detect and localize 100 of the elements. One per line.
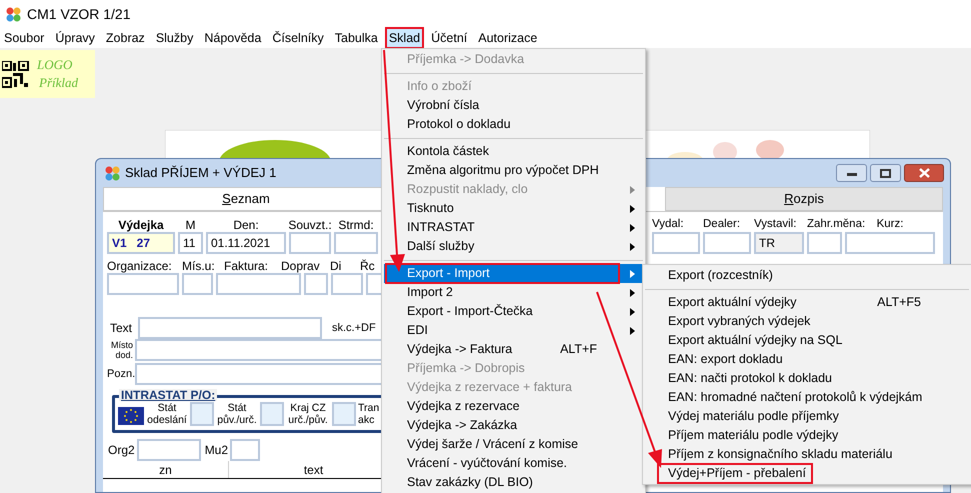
- input-field[interactable]: [331, 273, 363, 295]
- field-label: Doprav: [281, 258, 321, 273]
- menu-item[interactable]: Výdejka z rezervace: [384, 397, 643, 416]
- menu-item[interactable]: Export (rozcestník): [645, 266, 969, 285]
- input-field[interactable]: [807, 232, 842, 254]
- maximize-icon: [880, 168, 891, 178]
- menu-item[interactable]: Výdejka -> Faktura ALT+F: [384, 340, 643, 359]
- menu-item[interactable]: EAN: export dokladu: [645, 350, 969, 369]
- input-field[interactable]: [190, 402, 214, 426]
- field-label: Organizace:: [107, 258, 173, 273]
- window-title: CM1 VZOR 1/21: [27, 4, 130, 24]
- field-label: Kraj CZ urč./pův.: [287, 402, 329, 426]
- submenu-arrow-icon: [630, 288, 635, 296]
- menu-item[interactable]: Export - Import-Čtečka: [384, 302, 643, 321]
- input-field[interactable]: [703, 232, 751, 254]
- menu-item[interactable]: Výdej šarže / Vrácení z komise: [384, 435, 643, 454]
- eu-flag-icon: [118, 407, 144, 425]
- minimize-icon: [846, 170, 856, 176]
- field-label: Org2: [108, 442, 135, 459]
- field-label: Stát odeslání: [146, 402, 188, 426]
- field-label: Řc: [360, 258, 376, 273]
- input-field[interactable]: [304, 273, 328, 295]
- field-label: Mís.u:: [182, 258, 216, 273]
- menu-item[interactable]: Příjem z konsignačního skladu materiálu: [645, 445, 969, 464]
- menu-item[interactable]: Výdej materiálu podle příjemky: [645, 407, 969, 426]
- field-label: Zahr.měna:: [807, 217, 866, 232]
- menu-bar-item[interactable]: Nápověda: [201, 28, 264, 48]
- input-field[interactable]: [107, 273, 179, 295]
- menu-bar-item[interactable]: Tabulka: [332, 28, 381, 48]
- field-label: Mu2: [204, 442, 228, 459]
- input-field[interactable]: [216, 273, 301, 295]
- close-icon: [918, 168, 930, 178]
- field-label: sk.c.+DF: [332, 320, 376, 336]
- maximize-button[interactable]: [870, 164, 901, 182]
- menu-item[interactable]: EAN: načti protokol k dokladu: [645, 369, 969, 388]
- menu-item[interactable]: Export aktuální výdejky ALT+F5: [645, 293, 969, 312]
- menu-bar-item[interactable]: Autorizace: [475, 28, 540, 48]
- field-label: Místo dod.: [110, 340, 133, 360]
- field-label: Di: [330, 258, 342, 273]
- menu-bar-item[interactable]: Sklad: [386, 28, 424, 48]
- menu-item[interactable]: EAN: hromadné načtení protokolů k výdejkám: [645, 388, 969, 407]
- menu-bar-item[interactable]: Číselníky: [269, 28, 327, 48]
- menu-bar-item[interactable]: Služby: [152, 28, 196, 48]
- input-field[interactable]: [332, 402, 356, 426]
- field-label: Strmd:: [338, 217, 374, 232]
- menu-item[interactable]: Příjem materiálu podle výdejky: [645, 426, 969, 445]
- minimize-button[interactable]: [836, 164, 867, 182]
- input-field[interactable]: [260, 402, 284, 426]
- menu-item[interactable]: Protokol o dokladu: [384, 115, 643, 134]
- input-field[interactable]: [182, 273, 213, 295]
- field-label: Vystavil:: [754, 217, 796, 232]
- field-label: Pozn.: [107, 366, 133, 382]
- menu-item[interactable]: Export - Import: [384, 264, 643, 283]
- qr-code-icon: [2, 60, 29, 88]
- input-field[interactable]: [845, 232, 935, 254]
- menu-item[interactable]: Výrobní čísla: [384, 96, 643, 115]
- menu-item[interactable]: Další služby: [384, 237, 643, 256]
- menu-bar-item[interactable]: Zobraz: [102, 28, 148, 48]
- input-field[interactable]: 11: [178, 232, 203, 254]
- menu-item[interactable]: Změna algoritmu pro výpočet DPH: [384, 161, 643, 180]
- input-field[interactable]: [136, 439, 201, 461]
- logo-text: Příklad: [38, 74, 78, 92]
- tab[interactable]: Rozpis: [665, 187, 943, 211]
- app-icon: [5, 6, 21, 22]
- input-field[interactable]: [652, 232, 700, 254]
- menu-item[interactable]: Výdejka -> Zakázka: [384, 416, 643, 435]
- input-field[interactable]: [334, 232, 378, 254]
- close-button[interactable]: [904, 164, 944, 182]
- field-label: Tran akc: [358, 402, 380, 426]
- input-field[interactable]: [138, 317, 322, 339]
- menu-bar-item[interactable]: Soubor: [1, 28, 48, 48]
- menu-item[interactable]: Kontola částek: [384, 142, 643, 161]
- field-label: Dealer:: [703, 217, 740, 232]
- input-field[interactable]: [230, 439, 260, 461]
- menu-item[interactable]: Export vybraných výdejek: [645, 312, 969, 331]
- menu-item[interactable]: Výdej+Příjem - přebalení: [645, 464, 969, 483]
- menu-item[interactable]: Export aktuální výdejky na SQL: [645, 331, 969, 350]
- input-field[interactable]: 01.11.2021: [206, 232, 286, 254]
- field-label: Kurz:: [876, 217, 904, 232]
- field-label: Text: [110, 320, 134, 337]
- window-icon: [104, 165, 120, 181]
- menu-item[interactable]: EDI: [384, 321, 643, 340]
- field-label: Výdejka: [118, 217, 164, 232]
- input-field[interactable]: TR: [754, 232, 804, 254]
- field-label: M: [186, 217, 196, 232]
- column-header[interactable]: zn: [103, 461, 229, 478]
- field-label: Vydal:: [652, 217, 684, 232]
- submenu-arrow-icon: [630, 270, 635, 278]
- menu-item[interactable]: Import 2: [384, 283, 643, 302]
- field-label: Souvzt.:: [288, 217, 332, 232]
- submenu-arrow-icon: [630, 308, 635, 316]
- menu-bar-item[interactable]: Úpravy: [52, 28, 98, 48]
- field-label: Faktura:: [224, 258, 270, 273]
- input-field[interactable]: V1 27: [107, 232, 175, 254]
- menu-bar-item[interactable]: Účetní: [428, 28, 470, 48]
- group-title: INTRASTAT P/O:: [119, 389, 218, 401]
- submenu-arrow-icon: [630, 186, 635, 194]
- input-field[interactable]: [289, 232, 331, 254]
- field-label: Stát pův./urč.: [216, 402, 258, 426]
- menu-item[interactable]: INTRASTAT: [384, 218, 643, 237]
